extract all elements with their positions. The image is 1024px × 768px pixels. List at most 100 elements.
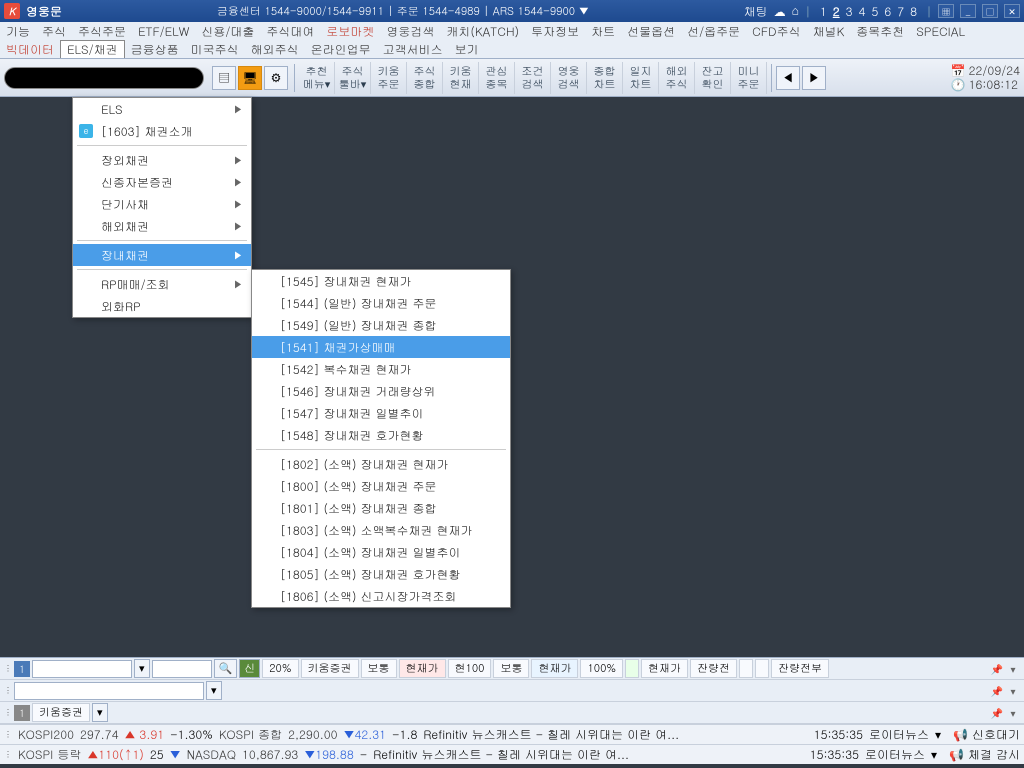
workspace-num-4[interactable]: 4 — [856, 3, 869, 20]
ticker-news[interactable]: Refinitiv 뉴스캐스트 - 칠레 시위대는 이란 여... — [423, 726, 807, 743]
ticker-news[interactable]: Refinitiv 뉴스캐스트 - 칠레 시위대는 이란 여... — [373, 746, 803, 763]
expand-icon[interactable]: ▾ — [1006, 684, 1020, 698]
expand-icon[interactable]: ▾ — [1006, 706, 1020, 720]
handle-icon[interactable]: ⋮ — [4, 707, 12, 718]
menu-item[interactable]: ELS▶ — [73, 98, 251, 120]
menu-ETF/ELW[interactable]: ETF/ELW — [132, 23, 195, 40]
ticker-ext[interactable]: 📢 체결 감시 — [949, 746, 1020, 763]
menu-item[interactable]: [1803] (소액) 소액복수채권 현재가 — [252, 519, 510, 541]
dock-sin-button[interactable]: 신 — [239, 659, 260, 678]
toolbar-settings-icon[interactable]: ⚙ — [264, 66, 288, 90]
toolbar-btn-추천[interactable]: 추천메뉴▾ — [299, 62, 335, 94]
menu-채널K[interactable]: 채널K — [807, 23, 851, 40]
menu-item[interactable]: [1801] (소액) 장내채권 종합 — [252, 497, 510, 519]
menu-item[interactable]: [1805] (소액) 장내채권 호가현황 — [252, 563, 510, 585]
menu-item[interactable]: [1546] 장내채권 거래량상위 — [252, 380, 510, 402]
menu-item[interactable]: 장외채권▶ — [73, 149, 251, 171]
toolbar-btn-종합[interactable]: 종합차트 — [587, 62, 623, 94]
chat-link[interactable]: 채팅 — [744, 3, 768, 20]
menu-영웅검색[interactable]: 영웅검색 — [380, 23, 440, 40]
menu-선/옵주문[interactable]: 선/옵주문 — [681, 23, 746, 40]
handle-icon[interactable]: ⋮ — [4, 685, 12, 696]
workspace-num-6[interactable]: 6 — [881, 3, 894, 20]
workspace-num-2[interactable]: 2 — [830, 3, 843, 20]
workspace-num-8[interactable]: 8 — [907, 3, 920, 20]
workspace-num-7[interactable]: 7 — [894, 3, 907, 20]
menu-해외주식[interactable]: 해외주식 — [245, 41, 305, 58]
menu-캐치(KATCH)[interactable]: 캐치(KATCH) — [440, 23, 525, 40]
menu-item[interactable]: e[1603] 채권소개 — [73, 120, 251, 142]
toolbar-btn-키움[interactable]: 키움현재 — [443, 62, 479, 94]
menu-item[interactable]: [1802] (소액) 장내채권 현재가 — [252, 453, 510, 475]
toolbar-btn-키움[interactable]: 키움주문 — [371, 62, 407, 94]
menu-item[interactable]: RP매매/조회▶ — [73, 273, 251, 295]
menu-주식주문[interactable]: 주식주문 — [72, 23, 132, 40]
menu-보기[interactable]: 보기 — [449, 41, 485, 58]
pin-icon[interactable]: 📌 — [990, 706, 1004, 720]
home-icon[interactable]: ⌂ — [792, 3, 799, 20]
workspace-num-3[interactable]: 3 — [843, 3, 856, 20]
menu-item[interactable]: 해외채권▶ — [73, 215, 251, 237]
menu-종목추천[interactable]: 종목추천 — [850, 23, 910, 40]
close-button[interactable]: ✕ — [1004, 4, 1020, 18]
menu-로보마켓[interactable]: 로보마켓 — [320, 23, 380, 40]
menu-item[interactable]: [1548] 장내채권 호가현황 — [252, 424, 510, 446]
workspace-num-1[interactable]: 1 — [817, 3, 830, 20]
menu-item[interactable]: [1544] (일반) 장내채권 주문 — [252, 292, 510, 314]
minimize-button[interactable]: _ — [960, 4, 976, 18]
toolbar-icon-2[interactable]: 🖥 — [238, 66, 262, 90]
expand-icon[interactable]: ▾ — [1006, 662, 1020, 676]
menu-item[interactable]: [1547] 장내채권 일별추이 — [252, 402, 510, 424]
menu-CFD주식[interactable]: CFD주식 — [746, 23, 806, 40]
pin-icon[interactable]: 📌 — [990, 662, 1004, 676]
dock-input-3[interactable] — [14, 682, 204, 700]
layout-icon[interactable]: ▦ — [938, 4, 954, 18]
toolbar-btn-영웅[interactable]: 영웅검색 — [551, 62, 587, 94]
menu-item[interactable]: 단기사채▶ — [73, 193, 251, 215]
toolbar-btn-일지[interactable]: 일지차트 — [623, 62, 659, 94]
menu-item[interactable]: [1549] (일반) 장내채권 종합 — [252, 314, 510, 336]
menu-금융상품[interactable]: 금융상품 — [125, 41, 185, 58]
menu-주식대여[interactable]: 주식대여 — [260, 23, 320, 40]
dock-num[interactable]: 1 — [14, 661, 30, 677]
workspace-num-5[interactable]: 5 — [868, 3, 881, 20]
menu-차트[interactable]: 차트 — [585, 23, 621, 40]
maximize-button[interactable]: □ — [982, 4, 998, 18]
menu-주식[interactable]: 주식 — [36, 23, 72, 40]
menu-item[interactable]: [1806] (소액) 신고시장가격조회 — [252, 585, 510, 607]
menu-기능[interactable]: 기능 — [0, 23, 36, 40]
menu-item[interactable]: 장내채권▶ — [73, 244, 251, 266]
menu-미국주식[interactable]: 미국주식 — [185, 41, 245, 58]
dock-input-2[interactable] — [152, 660, 212, 678]
dock-num[interactable]: 1 — [14, 705, 30, 721]
menu-item[interactable]: [1800] (소액) 장내채권 주문 — [252, 475, 510, 497]
dock-search-icon[interactable]: 🔍 — [214, 659, 238, 678]
handle-icon[interactable]: ⋮ — [4, 663, 12, 674]
toolbar-btn-미니[interactable]: 미니주문 — [731, 62, 767, 94]
menu-item[interactable]: 신종자본증권▶ — [73, 171, 251, 193]
menu-선물옵션[interactable]: 선물옵션 — [621, 23, 681, 40]
ticker-dd[interactable]: ▾ — [931, 746, 937, 763]
menu-SPECIAL[interactable]: SPECIAL — [910, 23, 971, 40]
menu-빅데이터[interactable]: 빅데이터 — [0, 41, 60, 58]
menu-신용/대출[interactable]: 신용/대출 — [195, 23, 260, 40]
menu-온라인업무[interactable]: 온라인업무 — [305, 41, 377, 58]
handle-icon[interactable]: ⋮ — [4, 749, 12, 760]
menu-item[interactable]: 외화RP — [73, 295, 251, 317]
dock-dropdown-3[interactable]: ▾ — [92, 703, 108, 722]
toolbar-btn-조건[interactable]: 조건검색 — [515, 62, 551, 94]
toolbar-nav-left[interactable]: ◀ — [776, 66, 800, 90]
toolbar-icon-1[interactable]: ▤ — [212, 66, 236, 90]
menu-ELS/채권[interactable]: ELS/채권 — [60, 40, 125, 58]
toolbar-btn-관심[interactable]: 관심종목 — [479, 62, 515, 94]
dock-input-1[interactable] — [32, 660, 132, 678]
pin-icon[interactable]: 📌 — [990, 684, 1004, 698]
dock-dropdown-2[interactable]: ▾ — [206, 681, 222, 700]
toolbar-nav-right[interactable]: ▶ — [802, 66, 826, 90]
toolbar-btn-주식[interactable]: 주식툴바▾ — [335, 62, 371, 94]
menu-item[interactable]: [1542] 복수채권 현재가 — [252, 358, 510, 380]
toolbar-btn-주식[interactable]: 주식종합 — [407, 62, 443, 94]
menu-투자정보[interactable]: 투자정보 — [525, 23, 585, 40]
cloud-icon[interactable]: ☁ — [774, 3, 786, 20]
toolbar-btn-해외[interactable]: 해외주식 — [659, 62, 695, 94]
